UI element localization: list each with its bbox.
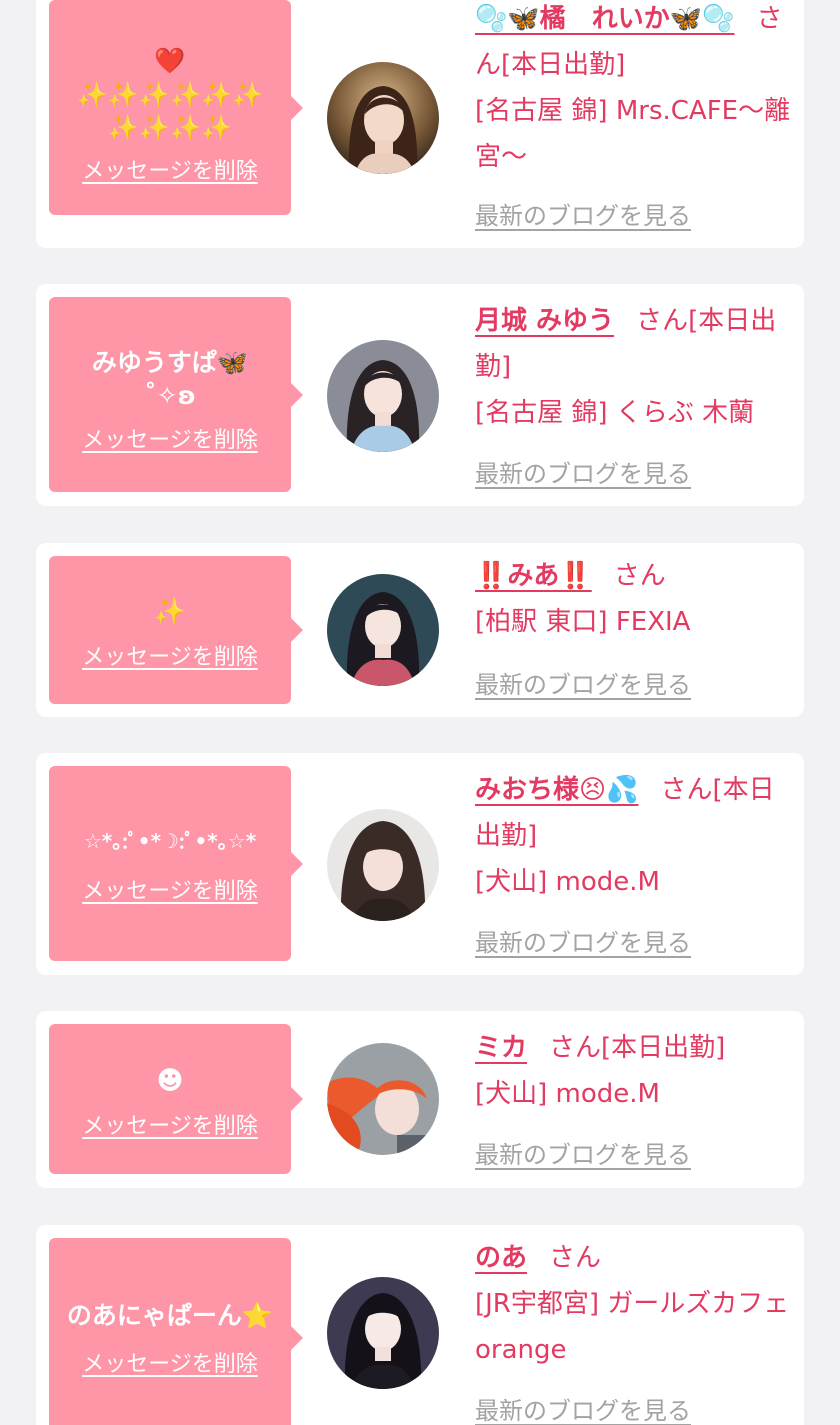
cast-name-link[interactable]: みおち様😣💦 bbox=[475, 775, 638, 805]
shop-name: [名古屋 錦] Mrs.CAFE〜離宮〜 bbox=[475, 96, 791, 172]
message-bubble: のあにゃぱーん⭐️ メッセージを削除 bbox=[49, 1238, 291, 1425]
shop-name: [犬山] mode.M bbox=[475, 1079, 660, 1109]
message-text: ☻ bbox=[156, 1065, 184, 1096]
message-text: ✨ bbox=[153, 596, 187, 627]
work-status: [本日出勤] bbox=[501, 50, 626, 80]
message-list: ❤️ ✨✨✨✨✨✨ ✨✨✨✨ メッセージを削除 🫧🦋橘 れいか🦋🫧 さん[本日出… bbox=[0, 0, 840, 1425]
cast-info: みおち様😣💦 さん[本日出勤] [犬山] mode.M bbox=[475, 767, 793, 905]
message-text: のあにゃぱーん⭐️ bbox=[66, 1300, 274, 1330]
cast-info: 🫧🦋橘 れいか🦋🫧 さん[本日出勤] [名古屋 錦] Mrs.CAFE〜離宮〜 bbox=[475, 0, 793, 180]
list-item: ✨ メッセージを削除 ‼️みあ‼️ さん [柏駅 東口] FEXIA 最新のブログ… bbox=[36, 543, 804, 717]
latest-blog-link[interactable]: 最新のブログを見る bbox=[475, 1135, 691, 1170]
shop-name: [犬山] mode.M bbox=[475, 867, 660, 897]
delete-message-button[interactable]: メッセージを削除 bbox=[82, 873, 258, 905]
cast-name-link[interactable]: ‼️みあ‼️ bbox=[475, 561, 592, 591]
delete-message-button[interactable]: メッセージを削除 bbox=[82, 153, 258, 185]
message-text: ❤️ ✨✨✨✨✨✨ ✨✨✨✨ bbox=[76, 45, 264, 143]
portrait-photo-icon bbox=[327, 1277, 439, 1389]
latest-blog-link[interactable]: 最新のブログを見る bbox=[475, 454, 691, 489]
portrait-photo-icon bbox=[327, 809, 439, 921]
message-text: ☆*｡:ﾟ•*☽:ﾟ•*｡☆* bbox=[83, 829, 257, 854]
message-bubble: ☆*｡:ﾟ•*☽:ﾟ•*｡☆* メッセージを削除 bbox=[49, 766, 291, 961]
cast-name-link[interactable]: ミカ bbox=[475, 1033, 527, 1063]
delete-message-button[interactable]: メッセージを削除 bbox=[82, 1346, 258, 1378]
cast-info: ミカ さん[本日出勤] [犬山] mode.M bbox=[475, 1025, 793, 1117]
cast-info: 月城 みゆう さん[本日出勤] [名古屋 錦] くらぶ 木蘭 bbox=[475, 298, 793, 436]
work-status: [本日出勤] bbox=[601, 1033, 726, 1063]
list-item: のあにゃぱーん⭐️ メッセージを削除 のあ さん [JR宇都宮] ガールズカフェ … bbox=[36, 1225, 804, 1425]
portrait-photo-icon bbox=[327, 340, 439, 452]
latest-blog-link[interactable]: 最新のブログを見る bbox=[475, 1391, 691, 1425]
message-bubble: ✨ メッセージを削除 bbox=[49, 556, 291, 704]
portrait-photo-icon bbox=[327, 574, 439, 686]
latest-blog-link[interactable]: 最新のブログを見る bbox=[475, 196, 691, 231]
avatar[interactable] bbox=[327, 340, 439, 452]
avatar[interactable] bbox=[327, 574, 439, 686]
shop-name: [柏駅 東口] FEXIA bbox=[475, 607, 691, 637]
honorific: さん bbox=[549, 1033, 602, 1063]
cast-info: のあ さん [JR宇都宮] ガールズカフェ orange bbox=[475, 1235, 793, 1373]
portrait-photo-icon bbox=[327, 1043, 439, 1155]
honorific: さん bbox=[613, 561, 666, 591]
list-item: ❤️ ✨✨✨✨✨✨ ✨✨✨✨ メッセージを削除 🫧🦋橘 れいか🦋🫧 さん[本日出… bbox=[36, 0, 804, 248]
honorific: さん bbox=[636, 306, 689, 336]
honorific: さん bbox=[660, 775, 713, 805]
honorific: さん bbox=[549, 1243, 602, 1273]
cast-name-link[interactable]: 🫧🦋橘 れいか🦋🫧 bbox=[475, 4, 735, 34]
message-bubble: ☻ メッセージを削除 bbox=[49, 1024, 291, 1174]
shop-name: [JR宇都宮] ガールズカフェ orange bbox=[475, 1289, 790, 1365]
list-item: ☻ メッセージを削除 ミカ さん[本日出勤] [犬山] mode.M 最新のブログ… bbox=[36, 1011, 804, 1188]
avatar[interactable] bbox=[327, 809, 439, 921]
latest-blog-link[interactable]: 最新のブログを見る bbox=[475, 923, 691, 958]
message-bubble: みゆうすぱ🦋 ˚✧ʚ メッセージを削除 bbox=[49, 297, 291, 492]
portrait-photo-icon bbox=[327, 62, 439, 174]
cast-info: ‼️みあ‼️ さん [柏駅 東口] FEXIA bbox=[475, 553, 793, 645]
delete-message-button[interactable]: メッセージを削除 bbox=[82, 1108, 258, 1140]
avatar[interactable] bbox=[327, 1277, 439, 1389]
delete-message-button[interactable]: メッセージを削除 bbox=[82, 422, 258, 454]
message-bubble: ❤️ ✨✨✨✨✨✨ ✨✨✨✨ メッセージを削除 bbox=[49, 0, 291, 215]
shop-name: [名古屋 錦] くらぶ 木蘭 bbox=[475, 398, 755, 428]
message-text: みゆうすぱ🦋 ˚✧ʚ bbox=[91, 347, 249, 410]
list-item: みゆうすぱ🦋 ˚✧ʚ メッセージを削除 月城 みゆう さん[本日出勤] [名古屋 … bbox=[36, 284, 804, 506]
avatar[interactable] bbox=[327, 62, 439, 174]
latest-blog-link[interactable]: 最新のブログを見る bbox=[475, 665, 691, 700]
avatar[interactable] bbox=[327, 1043, 439, 1155]
delete-message-button[interactable]: メッセージを削除 bbox=[82, 639, 258, 671]
list-item: ☆*｡:ﾟ•*☽:ﾟ•*｡☆* メッセージを削除 みおち様😣💦 さん[本日出勤] … bbox=[36, 753, 804, 975]
cast-name-link[interactable]: のあ bbox=[475, 1243, 527, 1273]
cast-name-link[interactable]: 月城 みゆう bbox=[475, 306, 614, 336]
